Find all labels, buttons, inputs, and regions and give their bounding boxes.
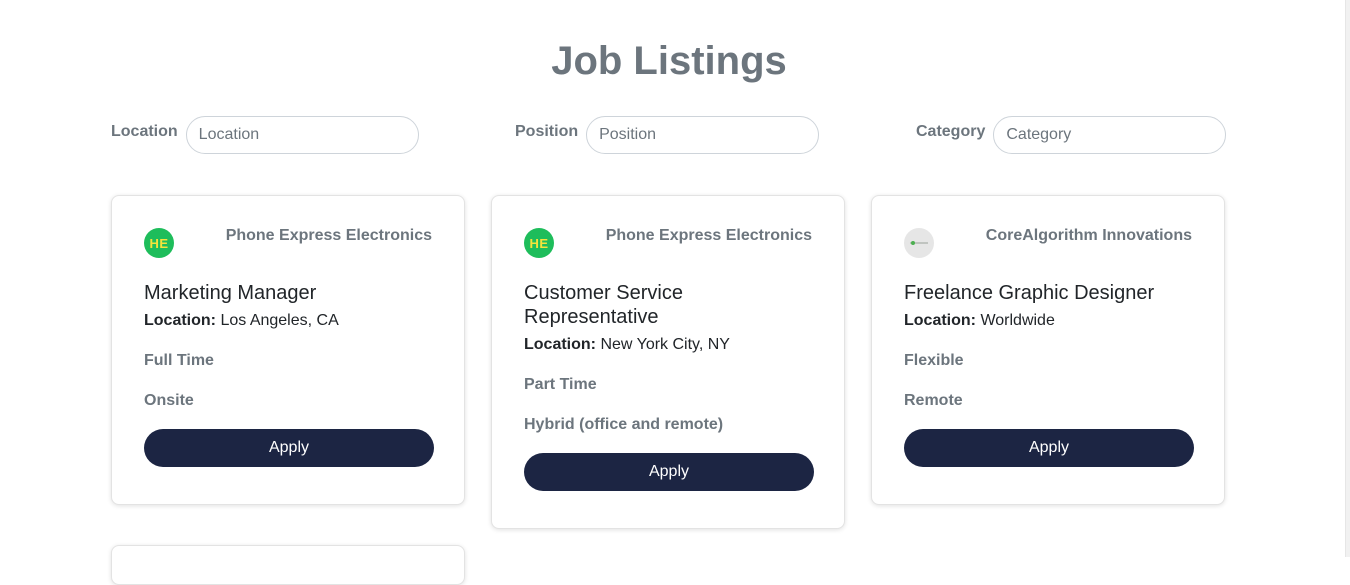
location-value: Los Angeles, CA xyxy=(220,312,339,329)
he-logo-icon: HE xyxy=(524,228,554,258)
job-card: HE Phone Express Electronics Customer Se… xyxy=(491,195,845,529)
corealgorithm-logo-mark xyxy=(910,241,928,245)
position-filter-label: Position xyxy=(515,123,579,140)
work-mode: Hybrid (office and remote) xyxy=(524,416,724,433)
job-location: Location: Worldwide xyxy=(904,312,1192,330)
he-logo-icon: HE xyxy=(144,228,174,258)
page-scrollbar[interactable] xyxy=(1342,0,1350,557)
location-value: New York City, NY xyxy=(600,336,730,353)
apply-button[interactable]: Apply xyxy=(144,429,434,467)
location-value: Worldwide xyxy=(980,312,1055,329)
location-filter: Location xyxy=(111,116,419,156)
job-title: Marketing Manager xyxy=(144,282,317,304)
employment-type: Full Time xyxy=(144,352,214,369)
company-name: Phone Express Electronics xyxy=(225,227,432,244)
job-location: Location: New York City, NY xyxy=(524,336,812,354)
employment-type: Flexible xyxy=(904,352,964,369)
position-filter: Position xyxy=(515,116,820,156)
location-label: Location: xyxy=(524,336,596,353)
category-filter: Category xyxy=(916,116,1227,156)
category-input[interactable] xyxy=(993,116,1227,154)
company-logo-text: HE xyxy=(149,235,169,251)
position-input[interactable] xyxy=(586,116,820,154)
work-mode: Onsite xyxy=(144,392,194,409)
employment-type: Part Time xyxy=(524,376,597,393)
company-name: Phone Express Electronics xyxy=(605,227,812,244)
corealgorithm-logo-icon xyxy=(904,228,934,258)
scrollbar-thumb[interactable] xyxy=(1345,0,1350,557)
company-name: CoreAlgorithm Innovations xyxy=(985,227,1192,244)
apply-button[interactable]: Apply xyxy=(524,453,814,491)
job-card: HE Phone Express Electronics Marketing M… xyxy=(111,195,465,505)
job-location: Location: Los Angeles, CA xyxy=(144,312,432,330)
job-card: CoreAlgorithm Innovations Freelance Grap… xyxy=(871,195,1225,505)
job-title: Freelance Graphic Designer xyxy=(904,282,1155,304)
location-label: Location: xyxy=(144,312,216,329)
location-label: Location: xyxy=(904,312,976,329)
location-input[interactable] xyxy=(185,116,419,154)
apply-button[interactable]: Apply xyxy=(904,429,1194,467)
work-mode: Remote xyxy=(904,392,963,409)
page-title: Job Listings xyxy=(551,39,787,83)
company-logo-text: HE xyxy=(529,235,549,251)
job-card xyxy=(111,545,465,585)
location-filter-label: Location xyxy=(111,123,178,140)
job-title: Customer Service Representative xyxy=(524,282,683,328)
category-filter-label: Category xyxy=(916,123,986,140)
